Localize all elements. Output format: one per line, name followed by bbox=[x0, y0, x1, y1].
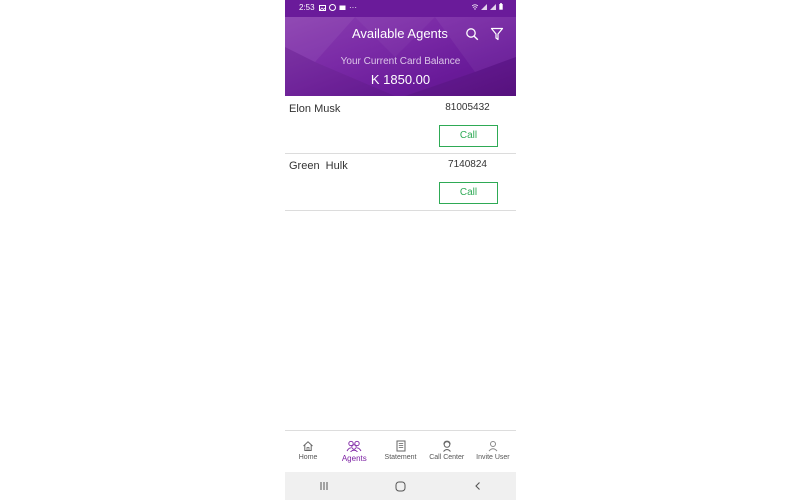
gallery-icon bbox=[319, 4, 326, 11]
status-time: 2:53 bbox=[299, 3, 315, 12]
balance-value: K 1850.00 bbox=[370, 72, 431, 87]
battery-icon bbox=[499, 3, 503, 10]
agent-phone: 81005432 bbox=[445, 102, 490, 113]
nav-item-call-center[interactable]: Call Center bbox=[424, 431, 470, 473]
message-icon bbox=[339, 5, 346, 10]
filter-icon bbox=[490, 27, 504, 41]
nav-label-call-center: Call Center bbox=[429, 454, 465, 461]
recent-apps-button[interactable] bbox=[309, 476, 339, 496]
back-icon bbox=[474, 482, 480, 490]
status-bar: 2:53 ··· bbox=[285, 0, 516, 17]
header-banner: Available Agents Your Current Card Balan… bbox=[285, 17, 516, 96]
nav-item-home[interactable]: Home bbox=[285, 431, 331, 473]
agent-row: Elon Musk 81005432 Call bbox=[285, 97, 516, 154]
status-more: ··· bbox=[349, 3, 357, 12]
agents-icon bbox=[346, 440, 362, 452]
page-title: Available Agents bbox=[352, 26, 448, 41]
agent-phone: 7140824 bbox=[448, 159, 487, 170]
nav-label-home: Home bbox=[298, 454, 318, 461]
whatsapp-icon bbox=[329, 4, 336, 11]
agent-name: Green Hulk bbox=[289, 160, 348, 172]
status-right-icons bbox=[472, 3, 503, 10]
nav-item-agents[interactable]: Agents bbox=[331, 431, 377, 473]
recent-apps-icon bbox=[320, 482, 327, 490]
bottom-navigation: Home Agents Statement Call Center Invite… bbox=[285, 430, 516, 473]
app-screen: 2:53 ··· Available Agents Your Current C… bbox=[285, 0, 516, 500]
nav-label-statement: Statement bbox=[384, 454, 417, 461]
search-icon bbox=[466, 28, 479, 41]
balance-label: Your Current Card Balance bbox=[340, 56, 461, 67]
nav-item-invite-user[interactable]: Invite User bbox=[470, 431, 516, 473]
statement-icon bbox=[396, 440, 405, 452]
wifi-icon bbox=[472, 3, 478, 10]
nav-label-invite-user: Invite User bbox=[476, 454, 510, 461]
signal-icon bbox=[490, 3, 496, 10]
call-button[interactable]: Call bbox=[439, 182, 498, 204]
home-circle-icon bbox=[395, 481, 406, 491]
status-left-icons: ··· bbox=[319, 3, 357, 12]
nav-item-statement[interactable]: Statement bbox=[377, 431, 423, 473]
call-button[interactable]: Call bbox=[439, 125, 498, 147]
home-icon bbox=[303, 441, 313, 451]
agent-name: Elon Musk bbox=[289, 103, 341, 115]
search-button[interactable] bbox=[465, 27, 479, 41]
invite-user-icon bbox=[488, 441, 498, 452]
system-navigation-bar bbox=[285, 472, 516, 500]
filter-button[interactable] bbox=[490, 27, 504, 41]
home-system-button[interactable] bbox=[386, 476, 416, 496]
back-button[interactable] bbox=[463, 476, 493, 496]
nav-label-agents: Agents bbox=[341, 454, 367, 463]
call-center-icon bbox=[442, 440, 451, 452]
signal-icon bbox=[481, 3, 487, 10]
agent-row: Green Hulk 7140824 Call bbox=[285, 154, 516, 211]
